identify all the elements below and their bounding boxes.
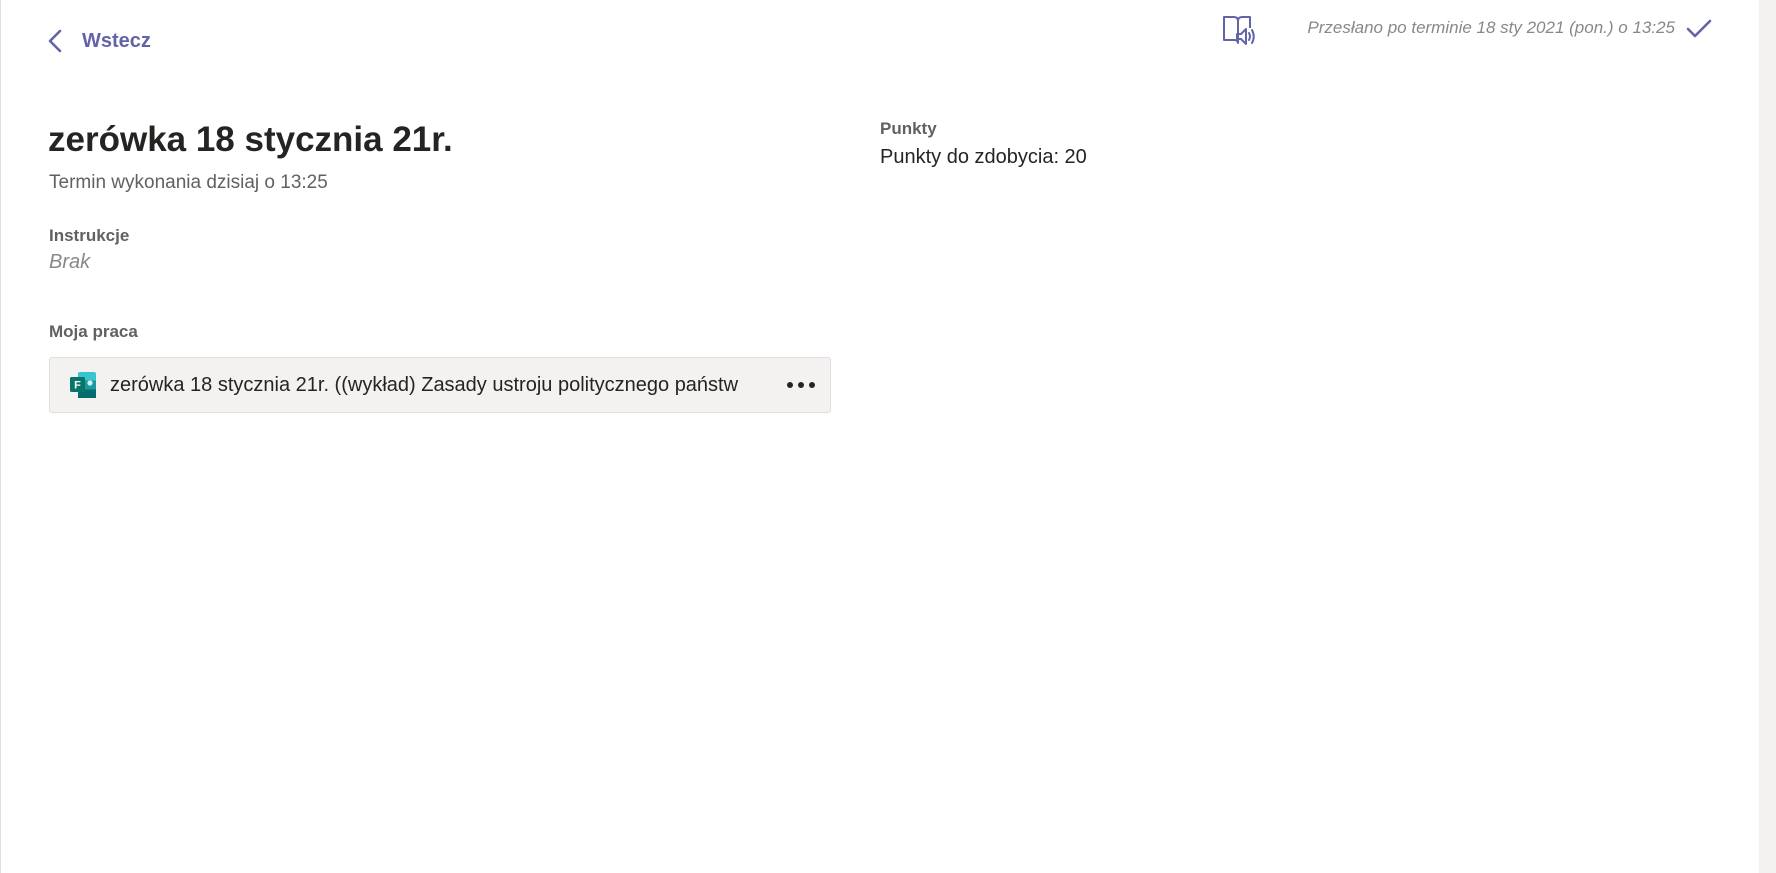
scrollbar-gutter[interactable] [1759, 0, 1776, 873]
microsoft-forms-icon: F [70, 372, 96, 398]
points-label: Punkty [880, 119, 937, 138]
more-options-button[interactable] [772, 358, 830, 412]
immersive-reader-button[interactable] [1220, 12, 1256, 48]
immersive-reader-icon [1223, 16, 1255, 45]
more-options-icon-dot [798, 382, 804, 388]
points-value: Punkty do zdobycia: 20 [880, 146, 1087, 168]
attachment-name: zerówka 18 stycznia 21r. ((wykład) Zasad… [110, 373, 739, 396]
checkmark-icon [1686, 19, 1712, 38]
chevron-left-icon [48, 29, 62, 53]
assignment-title: zerówka 18 stycznia 21r. [48, 120, 453, 159]
attachment-card[interactable]: F zerówka 18 stycznia 21r. ((wykład) Zas… [49, 357, 831, 413]
instructions-value: Brak [49, 251, 91, 273]
my-work-label: Moja praca [49, 322, 138, 341]
back-button[interactable]: Wstecz [46, 26, 151, 56]
more-options-icon-dot [809, 382, 815, 388]
submission-status: Przesłano po terminie 18 sty 2021 (pon.)… [1307, 18, 1675, 37]
svg-text:F: F [74, 380, 81, 392]
due-date: Termin wykonania dzisiaj o 13:25 [49, 172, 328, 193]
more-options-icon [787, 382, 793, 388]
left-border [0, 0, 1, 873]
instructions-label: Instrukcje [49, 226, 130, 245]
back-label: Wstecz [82, 29, 151, 52]
